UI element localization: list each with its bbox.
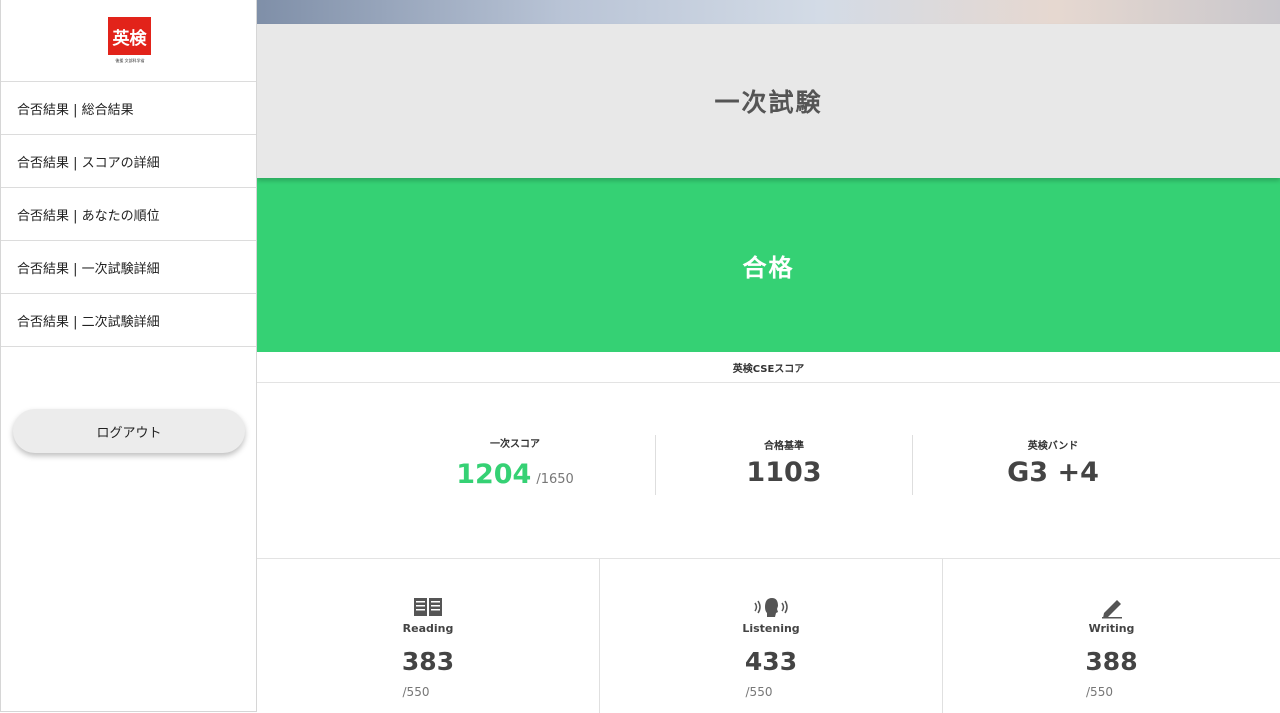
book-icon xyxy=(257,595,599,619)
skill-name: Listening xyxy=(742,622,800,635)
first-score-value: 1204 xyxy=(456,459,532,490)
skill-score: 388 xyxy=(1085,647,1138,676)
skill-listening: Listening 433 /550 xyxy=(600,559,942,713)
skill-writing: Writing 388 /550 xyxy=(943,559,1280,713)
skill-max: /550 xyxy=(745,685,773,699)
band-value: G3 +4 xyxy=(1007,457,1099,488)
sidebar-item-second-exam-details[interactable]: 合否結果 | 二次試験詳細 xyxy=(1,294,256,347)
logo-subtext: 後援 文部科学省 xyxy=(115,58,145,63)
cse-score-label: 英検CSEスコア xyxy=(257,352,1280,383)
logo-area: 英検 後援 文部科学省 xyxy=(1,0,256,82)
skill-name: Reading xyxy=(402,622,454,635)
first-score-value-wrap: 1204/1650 xyxy=(387,459,643,490)
logout-button[interactable]: ログアウト xyxy=(13,409,245,453)
listening-head-icon xyxy=(600,595,942,619)
band-stat: 英検バンド G3 +4 xyxy=(913,383,1193,558)
sidebar-item-your-rank[interactable]: 合否結果 | あなたの順位 xyxy=(1,188,256,241)
sidebar: 英検 後援 文部科学省 合否結果 | 総合結果 合否結果 | スコアの詳細 合否… xyxy=(0,0,257,712)
first-score-label: 一次スコア xyxy=(490,439,540,450)
eiken-logo[interactable]: 英検 xyxy=(108,17,151,55)
first-score-stat: 一次スコア 1204/1650 xyxy=(387,383,643,558)
hero-image xyxy=(257,0,1280,24)
score-summary: 一次スコア 1204/1650 合格基準 1103 英検バンド G3 +4 xyxy=(257,383,1280,559)
sidebar-item-score-details[interactable]: 合否結果 | スコアの詳細 xyxy=(1,135,256,188)
first-score-max: /1650 xyxy=(536,472,574,487)
pass-line-value: 1103 xyxy=(746,457,822,488)
skill-max: /550 xyxy=(1086,685,1113,699)
skill-name: Writing xyxy=(1088,622,1135,635)
skill-score: 383 xyxy=(401,647,455,676)
pass-line-label: 合格基準 xyxy=(764,441,804,452)
pass-line-stat: 合格基準 1103 xyxy=(656,383,912,558)
skill-max: /550 xyxy=(402,685,430,699)
skill-reading: Reading 383 /550 xyxy=(257,559,599,713)
sidebar-item-first-exam-details[interactable]: 合否結果 | 一次試験詳細 xyxy=(1,241,256,294)
band-label: 英検バンド xyxy=(1027,441,1079,452)
pencil-icon xyxy=(943,595,1280,619)
skill-scores: Reading 383 /550 Listening 433 /550 Writ… xyxy=(257,559,1280,713)
result-banner: 合格 xyxy=(257,178,1280,352)
skill-score: 433 xyxy=(744,647,798,676)
exam-title: 一次試験 xyxy=(257,24,1280,178)
sidebar-item-overall-result[interactable]: 合否結果 | 総合結果 xyxy=(1,82,256,135)
